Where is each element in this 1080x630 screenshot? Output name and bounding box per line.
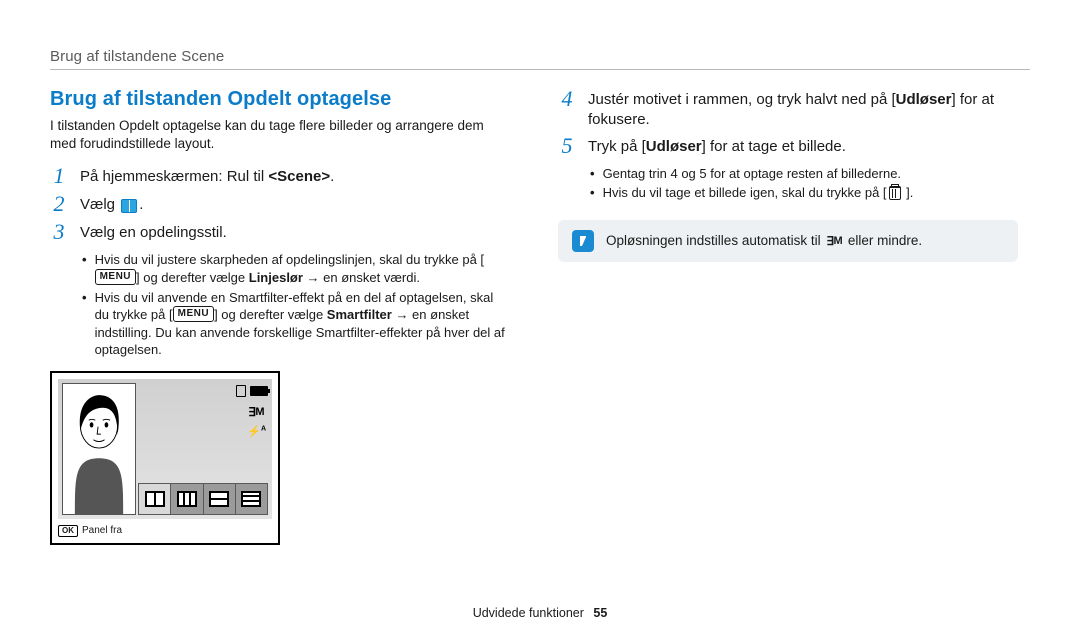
step-4: 4 Justér motivet i rammen, og tryk halvt…: [558, 90, 1018, 131]
step-body: Tryk på [Udløser] for at tage et billede…: [588, 137, 1018, 159]
step-3: 3 Vælg en opdelingsstil.: [50, 223, 510, 245]
left-column: Brug af tilstanden Opdelt optagelse I ti…: [50, 88, 510, 545]
lcd-layout-option-bar: [138, 483, 268, 515]
layout-option-3row[interactable]: [236, 484, 267, 514]
bullet-item: • Gentag trin 4 og 5 for at optage reste…: [590, 165, 1018, 183]
menu-button-icon: MENU: [95, 269, 136, 285]
step-body: Justér motivet i rammen, og tryk halvt n…: [588, 90, 1018, 131]
info-text: Opløsningen indstilles automatisk til ∃M…: [606, 233, 922, 248]
bullet-item: • Hvis du vil anvende en Smartfilter-eff…: [82, 289, 510, 359]
layout-option-2row[interactable]: [204, 484, 236, 514]
footer-section: Udvidede funktioner: [473, 606, 584, 620]
card-icon: [236, 385, 246, 397]
lcd-footer-caption: OK Panel fra: [58, 523, 272, 539]
step-body: På hjemmeskærmen: Rul til <Scene>.: [80, 167, 510, 189]
step-3-bullets: • Hvis du vil justere skarpheden af opde…: [82, 251, 510, 358]
menu-button-icon: MENU: [173, 306, 214, 322]
section-title: Brug af tilstanden Opdelt optagelse: [50, 88, 510, 111]
step-number: 1: [50, 165, 68, 187]
info-callout: Opløsningen indstilles automatisk til ∃M…: [558, 220, 1018, 262]
intro-paragraph: I tilstanden Opdelt optagelse kan du tag…: [50, 117, 510, 153]
manual-page: Brug af tilstandene Scene Brug af tilsta…: [0, 0, 1080, 630]
resolution-3m-icon: ∃M: [826, 234, 842, 248]
step-5-bullets: • Gentag trin 4 og 5 for at optage reste…: [590, 165, 1018, 202]
lcd-right-indicators: ∃M ⚡A: [246, 405, 266, 438]
step-5: 5 Tryk på [Udløser] for at tage et bille…: [558, 137, 1018, 159]
step-body: Vælg en opdelingsstil.: [80, 223, 510, 245]
camera-lcd-mock: ∃M ⚡A: [50, 371, 280, 545]
layout-2col-icon: [145, 491, 165, 507]
layout-3col-icon: [177, 491, 197, 507]
resolution-3m-icon: ∃M: [248, 405, 264, 419]
running-head: Brug af tilstandene Scene: [50, 48, 1030, 65]
info-icon: [572, 230, 594, 252]
layout-3row-icon: [241, 491, 261, 507]
trash-icon: [889, 186, 901, 200]
header-rule: [50, 69, 1030, 70]
page-footer: Udvidede funktioner 55: [0, 606, 1080, 620]
step-number: 4: [558, 88, 576, 129]
page-number: 55: [593, 606, 607, 620]
bullet-item: • Hvis du vil justere skarpheden af opde…: [82, 251, 510, 286]
step-1: 1 På hjemmeskærmen: Rul til <Scene>.: [50, 167, 510, 189]
step-2: 2 Vælg .: [50, 195, 510, 217]
portrait-silhouette-icon: [63, 384, 135, 514]
step-number: 2: [50, 193, 68, 215]
battery-icon: [250, 386, 268, 396]
step-number: 5: [558, 135, 576, 157]
ok-button-icon: OK: [58, 525, 78, 537]
step-body: Vælg .: [80, 195, 510, 217]
layout-option-2col[interactable]: [139, 484, 171, 514]
right-column: 4 Justér motivet i rammen, og tryk halvt…: [558, 88, 1018, 545]
content-columns: Brug af tilstanden Opdelt optagelse I ti…: [50, 88, 1030, 545]
layout-option-3col[interactable]: [171, 484, 203, 514]
split-shot-icon: [121, 199, 137, 213]
step-number: 3: [50, 221, 68, 243]
bullet-item: • Hvis du vil tage et billede igen, skal…: [590, 184, 1018, 202]
lcd-screen: ∃M ⚡A: [58, 379, 272, 519]
flash-auto-icon: ⚡A: [247, 425, 266, 438]
layout-2row-icon: [209, 491, 229, 507]
panel-off-label: Panel fra: [82, 525, 122, 536]
lcd-left-pane-portrait: [62, 383, 136, 515]
